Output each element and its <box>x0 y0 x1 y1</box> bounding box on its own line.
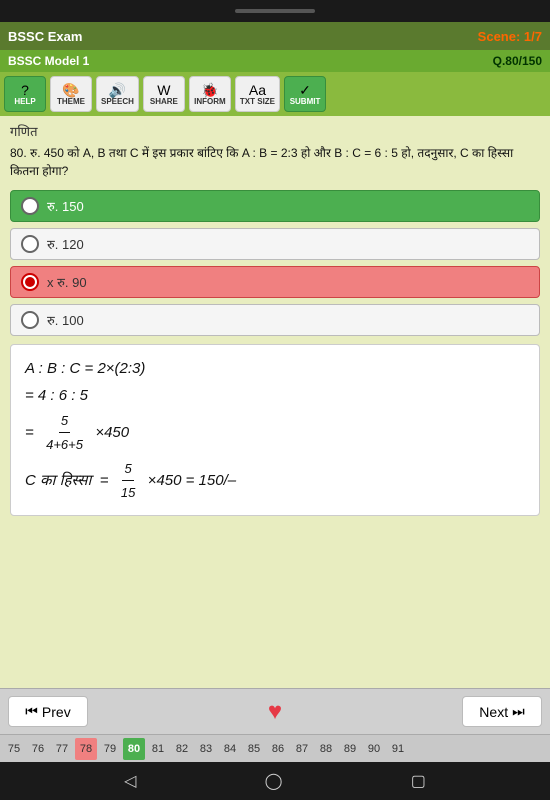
prev-icon: ⏮ <box>25 703 38 720</box>
txtsize-label: TXT SIZE <box>240 97 275 106</box>
scene-label: Scene: 1/7 <box>478 29 542 44</box>
recent-button[interactable]: ▢ <box>411 771 426 791</box>
solution-fraction1: 5 4+6+5 <box>44 409 85 457</box>
qnum-79[interactable]: 79 <box>99 738 121 760</box>
option-c-radio <box>21 273 39 291</box>
toolbar: ? Help 🎨 THEME 🔊 SPEECH W SHARE 🐞 INFORM… <box>0 72 550 116</box>
option-a-radio <box>21 197 39 215</box>
screen: BSSC Exam Scene: 1/7 BSSC Model 1 Q.80/1… <box>0 22 550 762</box>
content-area: गणित 80. रु. 450 को A, B तथा C में इस प्… <box>0 116 550 688</box>
submit-button[interactable]: ✓ SUBMIT <box>284 76 326 112</box>
qnum-78[interactable]: 78 <box>75 738 97 760</box>
submit-label: SUBMIT <box>290 97 321 106</box>
theme-button[interactable]: 🎨 THEME <box>50 76 92 112</box>
qnum-88[interactable]: 88 <box>315 738 337 760</box>
back-button[interactable]: ◁ <box>124 771 136 791</box>
option-c[interactable]: x रु. 90 <box>10 266 540 298</box>
qnum-75[interactable]: 75 <box>3 738 25 760</box>
header-sub: BSSC Model 1 Q.80/150 <box>0 50 550 72</box>
qnum-76[interactable]: 76 <box>27 738 49 760</box>
q-score: Q.80/150 <box>493 54 542 68</box>
solution-fraction2: 5 15 <box>119 457 137 505</box>
speech-icon: 🔊 <box>109 83 126 97</box>
device: BSSC Exam Scene: 1/7 BSSC Model 1 Q.80/1… <box>0 0 550 800</box>
fraction1-num: 5 <box>59 409 70 433</box>
fraction2-den: 15 <box>119 481 137 504</box>
option-a-text: रु. 150 <box>47 197 84 215</box>
qnum-80[interactable]: 80 <box>123 738 145 760</box>
option-c-text: x रु. 90 <box>47 273 87 291</box>
category-label: गणित <box>10 122 540 140</box>
heart-button[interactable]: ♥ <box>268 698 282 726</box>
qnum-91[interactable]: 91 <box>387 738 409 760</box>
txtsize-button[interactable]: Aa TXT SIZE <box>235 76 280 112</box>
share-icon: W <box>157 83 170 97</box>
help-button[interactable]: ? Help <box>4 76 46 112</box>
prev-label: Prev <box>42 704 71 720</box>
theme-icon: 🎨 <box>62 83 79 97</box>
qnum-strip: 7576777879808182838485868788899091 <box>0 734 550 762</box>
solution-line2: = 4 : 6 : 5 <box>25 382 525 409</box>
qnum-87[interactable]: 87 <box>291 738 313 760</box>
option-a[interactable]: रु. 150 <box>10 190 540 222</box>
prev-button[interactable]: ⏮ Prev <box>8 696 88 727</box>
inform-icon: 🐞 <box>201 83 218 97</box>
bottom-nav: ⏮ Prev ♥ Next ⏭ <box>0 688 550 734</box>
inform-label: INFORM <box>194 97 226 106</box>
fraction2-num: 5 <box>122 457 133 481</box>
theme-label: THEME <box>57 97 85 106</box>
qnum-82[interactable]: 82 <box>171 738 193 760</box>
qnum-89[interactable]: 89 <box>339 738 361 760</box>
qnum-77[interactable]: 77 <box>51 738 73 760</box>
help-label: Help <box>14 97 35 106</box>
solution-box: A : B : C = 2×(2:3) = 4 : 6 : 5 = 5 4+6+… <box>10 344 540 516</box>
qnum-86[interactable]: 86 <box>267 738 289 760</box>
help-icon: ? <box>21 83 29 97</box>
solution-line3: = 5 4+6+5 ×450 <box>25 409 525 457</box>
solution-line1: A : B : C = 2×(2:3) <box>25 355 525 382</box>
speech-button[interactable]: 🔊 SPEECH <box>96 76 139 112</box>
solution-line4: C का हिस्सा = 5 15 ×450 = 150/– <box>25 457 525 505</box>
qnum-81[interactable]: 81 <box>147 738 169 760</box>
inform-button[interactable]: 🐞 INFORM <box>189 76 231 112</box>
exam-title: BSSC Exam <box>8 29 82 44</box>
android-nav: ◁ ◯ ▢ <box>0 762 550 800</box>
option-b-radio <box>21 235 39 253</box>
model-label: BSSC Model 1 <box>8 54 89 68</box>
share-label: SHARE <box>150 97 178 106</box>
qnum-85[interactable]: 85 <box>243 738 265 760</box>
option-b-text: रु. 120 <box>47 235 84 253</box>
home-button[interactable]: ◯ <box>265 771 283 791</box>
option-d-radio <box>21 311 39 329</box>
speech-label: SPEECH <box>101 97 134 106</box>
heart-icon: ♥ <box>268 698 282 725</box>
next-button[interactable]: Next ⏭ <box>462 696 542 727</box>
fraction1-den: 4+6+5 <box>44 433 85 456</box>
next-label: Next <box>479 704 508 720</box>
top-bar-line <box>235 9 315 13</box>
option-d-text: रु. 100 <box>47 311 84 329</box>
qnum-90[interactable]: 90 <box>363 738 385 760</box>
next-icon: ⏭ <box>512 703 525 720</box>
question-text: 80. रु. 450 को A, B तथा C में इस प्रकार … <box>10 144 540 180</box>
submit-icon: ✓ <box>299 83 311 97</box>
share-button[interactable]: W SHARE <box>143 76 185 112</box>
qnum-84[interactable]: 84 <box>219 738 241 760</box>
option-d[interactable]: रु. 100 <box>10 304 540 336</box>
header-top: BSSC Exam Scene: 1/7 <box>0 22 550 50</box>
option-b[interactable]: रु. 120 <box>10 228 540 260</box>
qnum-83[interactable]: 83 <box>195 738 217 760</box>
txtsize-icon: Aa <box>249 83 266 97</box>
device-top-bar <box>0 0 550 22</box>
